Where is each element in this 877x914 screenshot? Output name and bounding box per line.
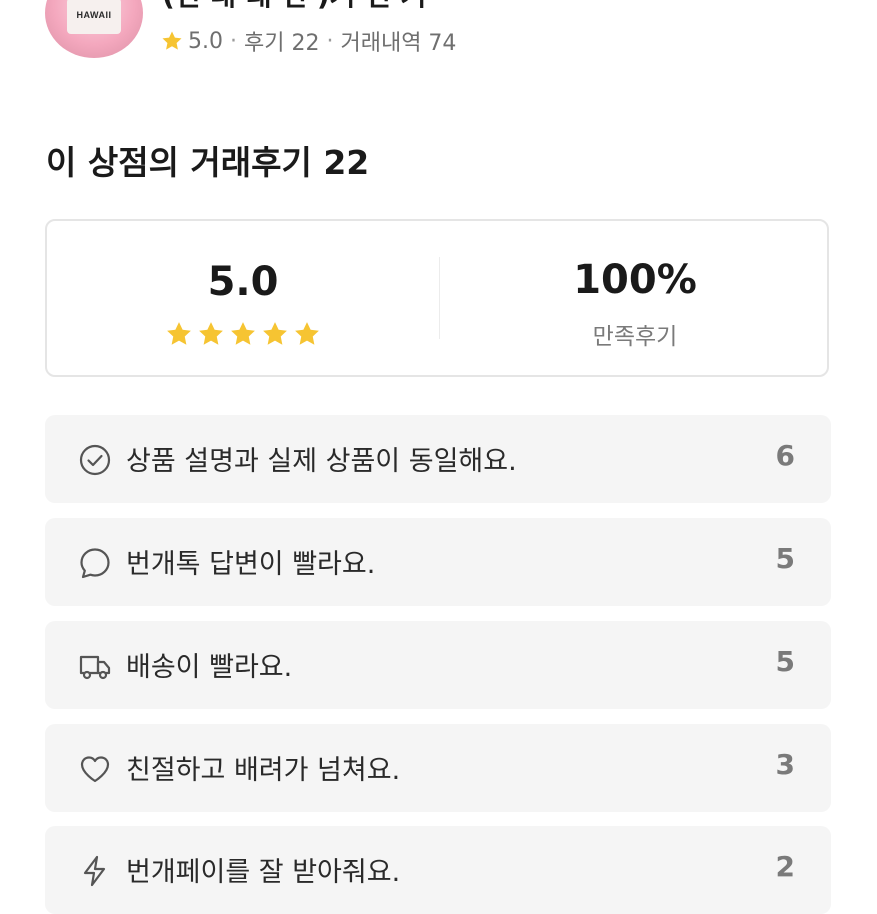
review-item-label: 친절하고 배려가 넘쳐요. bbox=[126, 755, 401, 786]
shop-review-count[interactable]: 후기 22 bbox=[244, 25, 319, 57]
chat-bubble-icon bbox=[80, 548, 110, 579]
review-item-label: 배송이 빨라요. bbox=[126, 652, 293, 683]
review-item-description[interactable]: 상품 설명과 실제 상품이 동일해요. 6 bbox=[45, 415, 831, 503]
shop-meta: 5.0 · 후기 22 · 거래내역 74 bbox=[160, 26, 456, 56]
review-item-label: 번개톡 답변이 빨라요. bbox=[126, 549, 376, 580]
check-circle-icon bbox=[79, 444, 111, 476]
satisfaction-label: 만족후기 bbox=[592, 324, 678, 350]
page-title: 이 상점의 거래후기 22 bbox=[46, 143, 370, 182]
star-icon bbox=[263, 322, 287, 345]
review-item-count: 5 bbox=[775, 645, 795, 678]
separator-dot: · bbox=[230, 28, 237, 54]
separator-dot: · bbox=[326, 28, 334, 54]
rating-summary-card: 5.0 100% 만족후기 bbox=[45, 219, 829, 377]
review-item-label: 상품 설명과 실제 상품이 동일해요. bbox=[126, 446, 517, 477]
lightning-icon bbox=[83, 855, 106, 887]
shop-name[interactable]: (건 대 래 건 )거 건 거 bbox=[162, 0, 426, 14]
review-item-count: 6 bbox=[775, 439, 795, 472]
review-item-chat[interactable]: 번개톡 답변이 빨라요. 5 bbox=[45, 518, 831, 606]
shop-rating: 5.0 bbox=[188, 28, 223, 54]
review-item-pay[interactable]: 번개페이를 잘 받아줘요. 2 bbox=[45, 826, 831, 914]
review-item-count: 2 bbox=[775, 850, 795, 883]
shop-trade-count[interactable]: 거래내역 74 bbox=[340, 25, 456, 57]
avatar-image: HAWAII bbox=[67, 0, 121, 34]
star-icon bbox=[231, 322, 255, 345]
star-rating bbox=[47, 319, 439, 349]
avatar[interactable]: HAWAII bbox=[45, 0, 143, 58]
review-item-kindness[interactable]: 친절하고 배려가 넘쳐요. 3 bbox=[45, 724, 831, 812]
star-icon bbox=[199, 322, 223, 345]
review-item-label: 번개페이를 잘 받아줘요. bbox=[126, 857, 401, 888]
avatar-image-text: HAWAII bbox=[76, 10, 112, 20]
review-item-count: 5 bbox=[775, 542, 795, 575]
star-icon bbox=[162, 31, 182, 50]
review-item-count: 3 bbox=[775, 748, 795, 781]
star-icon bbox=[295, 322, 319, 345]
star-icon bbox=[167, 322, 191, 345]
review-item-shipping[interactable]: 배송이 빨라요. 5 bbox=[45, 621, 831, 709]
heart-icon bbox=[80, 756, 110, 783]
truck-icon bbox=[79, 655, 111, 680]
average-score: 5.0 bbox=[207, 259, 279, 305]
satisfaction-percent: 100% bbox=[573, 257, 697, 303]
